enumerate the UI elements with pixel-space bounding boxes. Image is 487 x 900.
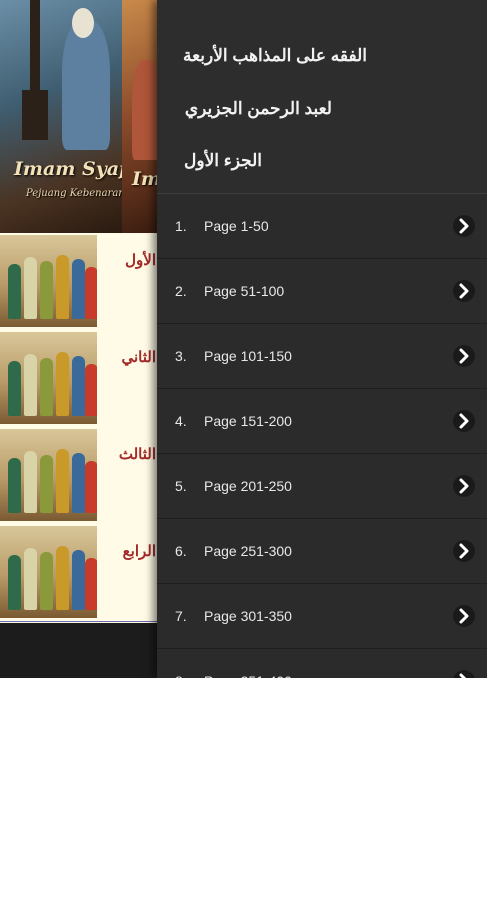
chevron-right-icon[interactable] xyxy=(453,345,475,367)
chapter-thumbnail xyxy=(0,429,97,521)
book-cover-second: Im xyxy=(122,0,160,233)
list-item[interactable]: الثاني xyxy=(0,330,160,428)
drawer-menu-item[interactable]: 4. Page 151-200 xyxy=(157,389,487,454)
menu-item-number: 1. xyxy=(175,218,187,234)
chapter-thumbnail xyxy=(0,332,97,424)
chapter-label: الرابع xyxy=(122,543,156,560)
book-cover-imam-syafie: Imam Syafie Pejuang Kebenaran xyxy=(0,0,145,233)
drawer-header: الفقه على المذاهب الأربعة لعبد الرحمن ال… xyxy=(157,0,487,194)
menu-item-number: 5. xyxy=(175,478,187,494)
menu-item-label: Page 101-150 xyxy=(204,348,292,364)
figure-shape xyxy=(132,60,160,160)
menu-item-label: Page 151-200 xyxy=(204,413,292,429)
chapter-list: الأول الثاني الثالث الرابع xyxy=(0,233,160,623)
menu-item-number: 7. xyxy=(175,608,187,624)
figure-head-shape xyxy=(72,8,94,38)
list-item[interactable]: الثالث xyxy=(0,427,160,525)
menu-item-label: Page 251-300 xyxy=(204,543,292,559)
list-item[interactable]: الرابع xyxy=(0,524,160,622)
menu-item-number: 3. xyxy=(175,348,187,364)
menu-item-label: Page 51-100 xyxy=(204,283,285,299)
drawer-menu-item[interactable]: 3. Page 101-150 xyxy=(157,324,487,389)
menu-item-label: Page 1-50 xyxy=(204,218,269,234)
book-volume: الجزء الأول xyxy=(184,151,262,170)
chevron-right-icon[interactable] xyxy=(453,475,475,497)
chevron-right-icon[interactable] xyxy=(453,670,475,678)
menu-item-number: 4. xyxy=(175,413,187,429)
cover-title-partial: Im xyxy=(132,168,160,190)
drawer-menu-item[interactable]: 1. Page 1-50 xyxy=(157,194,487,259)
chevron-right-icon[interactable] xyxy=(453,215,475,237)
chevron-right-icon[interactable] xyxy=(453,410,475,432)
menu-item-number: 6. xyxy=(175,543,187,559)
menu-item-number: 8. xyxy=(175,649,187,678)
chapter-thumbnail xyxy=(0,235,97,327)
book-author: لعبد الرحمن الجزيري xyxy=(184,99,332,118)
chevron-right-icon[interactable] xyxy=(453,605,475,627)
chapter-label: الثالث xyxy=(118,446,156,463)
drawer-menu-item[interactable]: 6. Page 251-300 xyxy=(157,519,487,584)
menu-item-label: Page 201-250 xyxy=(204,478,292,494)
chevron-right-icon[interactable] xyxy=(453,280,475,302)
menu-item-label: Page 301-350 xyxy=(204,608,292,624)
menu-item-label: Page 351-400 xyxy=(204,649,292,678)
drawer-menu-item[interactable]: 5. Page 201-250 xyxy=(157,454,487,519)
chevron-right-icon[interactable] xyxy=(453,540,475,562)
chapter-thumbnail xyxy=(0,526,97,618)
list-item[interactable]: الأول xyxy=(0,233,160,331)
book-title: الفقه على المذاهب الأربعة xyxy=(182,46,367,65)
drawer-menu-item[interactable]: 8. Page 351-400 xyxy=(157,649,487,678)
drawer-menu-item[interactable]: 2. Page 51-100 xyxy=(157,259,487,324)
chapter-label: الأول xyxy=(125,252,156,269)
figure-shape xyxy=(62,20,110,150)
navigation-drawer: الفقه على المذاهب الأربعة لعبد الرحمن ال… xyxy=(157,0,487,678)
cover-subtitle: Pejuang Kebenaran xyxy=(26,188,125,199)
app-screen: Imam Syafie Pejuang Kebenaran Im الأول ا… xyxy=(0,0,487,678)
drawer-menu-item[interactable]: 7. Page 301-350 xyxy=(157,584,487,649)
chapter-label: الثاني xyxy=(121,349,156,366)
menu-item-number: 2. xyxy=(175,283,187,299)
banner-image[interactable]: Imam Syafie Pejuang Kebenaran Im xyxy=(0,0,160,233)
minaret-base-shape xyxy=(22,90,48,140)
